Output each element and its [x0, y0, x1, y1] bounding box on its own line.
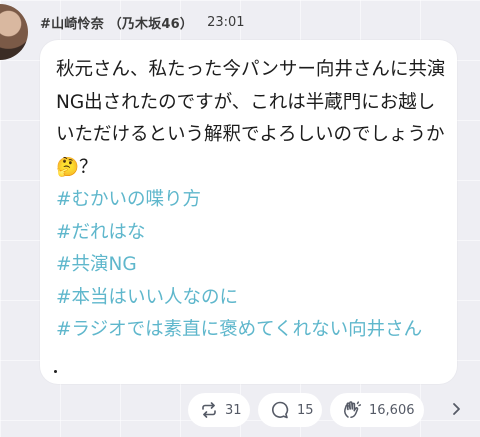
- reply-count: 15: [297, 402, 314, 418]
- post-time: 23:01: [207, 14, 245, 30]
- author-name[interactable]: #山崎怜奈 （乃木坂46）: [40, 13, 193, 32]
- clap-button[interactable]: 16,606: [330, 393, 424, 427]
- message-bubble[interactable]: 秋元さん、私たった今パンサー向井さんに共演NG出されたのですが、これは半蔵門にお…: [40, 40, 457, 384]
- hashtag-link[interactable]: #ラジオでは素直に褒めてくれない向井さん: [56, 314, 451, 347]
- repost-icon: [200, 401, 218, 419]
- hashtag-link[interactable]: #だれはな: [56, 217, 451, 250]
- chevron-right-icon: [450, 401, 462, 420]
- author-avatar[interactable]: [0, 4, 28, 60]
- reply-button[interactable]: 15: [258, 393, 322, 427]
- hashtag-link[interactable]: #共演NG: [56, 249, 451, 282]
- hashtag-link[interactable]: #本当はいい人なのに: [56, 282, 451, 315]
- like-count: 16,606: [369, 402, 415, 418]
- action-bar: 31 15 16,606: [188, 393, 424, 427]
- reply-bubble-icon: [270, 400, 290, 420]
- repost-button[interactable]: 31: [188, 393, 250, 427]
- message-text: 秋元さん、私たった今パンサー向井さんに共演NG出されたのですが、これは半蔵門にお…: [56, 59, 446, 178]
- repost-count: 31: [225, 402, 242, 418]
- clap-hands-icon: [342, 400, 362, 420]
- hashtag-link[interactable]: #むかいの喋り方: [56, 184, 451, 217]
- more-button[interactable]: [446, 400, 466, 420]
- post-header: #山崎怜奈 （乃木坂46） 23:01: [40, 12, 245, 32]
- hashtag-list: #むかいの喋り方 #だれはな #共演NG #本当はいい人なのに #ラジオでは素直…: [56, 184, 451, 347]
- trailing-dot: [54, 370, 57, 373]
